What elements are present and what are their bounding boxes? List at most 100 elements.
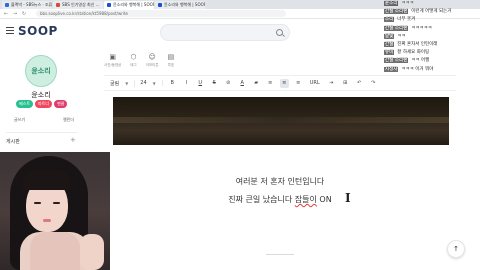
badge-fanclub: 팬클 (54, 100, 68, 108)
bold-button[interactable]: B (168, 79, 177, 88)
chat-nickname[interactable]: 시청자 (384, 66, 399, 72)
chat-message: 윤소리 ㅋㅋㅋ (384, 0, 480, 8)
bg-color-button[interactable]: ▰ (252, 79, 261, 88)
underline-button[interactable]: U (196, 79, 205, 88)
font-size-value: 24 (140, 80, 147, 86)
chat-nickname[interactable]: 윤소리 (384, 1, 399, 6)
channel-avatar[interactable]: 윤소리 (25, 55, 57, 87)
chat-nickname[interactable]: 간절 소리팬 (384, 25, 409, 31)
chat-text: ㅋㅋㅋ (401, 1, 414, 6)
tool-label: 사진/동영상 (104, 63, 122, 67)
menu-icon[interactable] (6, 27, 14, 34)
chat-nickname[interactable]: 간절 (384, 41, 395, 47)
search-input[interactable] (160, 24, 290, 41)
chat-nickname[interactable]: 소리 (384, 17, 395, 23)
tool-label: 태그 (130, 63, 137, 67)
url-field[interactable]: bbs.sooplive.co.kr/station/kt5988/post/w… (36, 10, 286, 17)
search-icon[interactable] (276, 29, 283, 36)
editor-text: 진짜 큰일 났습니다 (228, 195, 295, 204)
streamer-eye (34, 202, 41, 204)
editor-text-line[interactable]: 여러분 저 혼자 인턴입니다 (180, 176, 380, 187)
chat-nickname[interactable]: 달빛 (384, 33, 395, 39)
favicon-icon (5, 3, 9, 7)
attach-poll-button[interactable]: ▤ 투표 (168, 54, 175, 68)
divider (266, 254, 294, 255)
indent-icon[interactable]: ⇥ (327, 79, 336, 88)
write-link[interactable]: 글쓰기 (14, 117, 25, 123)
badge-partner: 파트너 (35, 100, 53, 108)
attachment-toolbar: ▣ 사진/동영상 ⬡ 태그 ☺ 이모티콘 ▤ 투표 (104, 54, 174, 68)
strike-button[interactable]: S (210, 79, 219, 88)
channel-sidebar: 윤소리 윤소리 베스트 파트너 팬클 글쓰기 캘린더 게시판 + (0, 45, 82, 165)
chat-message: 소리 너무 웃겨 (384, 16, 480, 24)
channel-badges: 베스트 파트너 팬클 (16, 100, 68, 108)
calendar-link[interactable]: 캘린더 (63, 117, 74, 123)
board-add-button[interactable]: + (70, 136, 76, 144)
chat-nickname[interactable]: 간절 소리팬 (384, 58, 409, 64)
url-button[interactable]: URL (308, 79, 322, 88)
redo-icon[interactable]: ↷ (369, 79, 378, 88)
reload-icon[interactable]: ↻ (21, 11, 27, 17)
tool-label: 이모티콘 (145, 63, 159, 67)
browser-tab-label: 윤소리와 행복해 | SOOP (113, 2, 154, 7)
attach-emoji-button[interactable]: ☺ 이모티콘 (146, 54, 159, 68)
webcam-overlay (0, 152, 110, 270)
streamer-eye (53, 202, 60, 204)
table-icon[interactable]: ⊞ (341, 79, 350, 88)
channel-name: 윤소리 (31, 91, 51, 99)
chat-message: 간절 진짜 혼자서 인턴이래 (384, 41, 480, 49)
image-icon: ▣ (109, 53, 116, 61)
emoji-icon: ☺ (148, 53, 156, 61)
misspelled-word: 잡들이 (294, 195, 317, 204)
back-icon[interactable]: ← (3, 11, 9, 17)
chat-message: 간절 소리팬 ㅋㅋㅋㅋㅋ (384, 25, 480, 33)
screen: 블랙박 - SBS뉴스 · 조류 · 영남 SBS 인기영상 최신 ... 윤소리와… (0, 0, 480, 270)
streamer-hand (80, 234, 104, 270)
badge-best: 베스트 (16, 100, 34, 108)
attach-tag-button[interactable]: ⬡ 태그 (130, 54, 136, 68)
italic-button[interactable]: I (182, 79, 191, 88)
chat-overlay: 윤소리 ㅋㅋㅋ 간절 소리팬 이런게 어떻게 되는거 소리 너무 웃겨 간절 소리팬 ㅋㅋㅋㅋ… (384, 0, 480, 82)
chat-nickname[interactable]: 뉴비 (384, 50, 395, 56)
browser-tab[interactable]: SBS 인기영상 최신 ... (53, 1, 103, 9)
chevron-down-icon: ▼ (125, 80, 129, 86)
font-size-select[interactable]: 24 ▼ (140, 80, 163, 86)
forward-icon[interactable]: → (12, 11, 18, 17)
chat-message: 간절 소리팬 ㅋㅋ 어쩔 (384, 57, 480, 65)
align-left-button[interactable]: ≡ (266, 79, 275, 88)
browser-tab-label: 윤소리와 행복해 | SOOP (164, 2, 205, 7)
font-family-select[interactable]: 굴림 ▼ (110, 79, 136, 87)
divider (6, 132, 78, 133)
scroll-top-button[interactable]: ↑ (447, 240, 465, 258)
align-right-button[interactable]: ≡ (294, 79, 303, 88)
site-logo[interactable]: SOOP (18, 24, 58, 38)
favicon-icon (158, 3, 162, 7)
tag-icon: ⬡ (130, 53, 137, 61)
chat-text: 너무 웃겨 (397, 17, 416, 23)
chat-text: 진짜 혼자서 인턴이래 (397, 41, 438, 47)
streamer-top (30, 232, 80, 270)
link-icon[interactable]: ⊘ (224, 79, 233, 88)
browser-tab[interactable]: 블랙박 - SBS뉴스 · 조류 · 영남 (2, 1, 52, 9)
tool-label: 투표 (167, 63, 175, 67)
chat-message: 시청자 ㅋㅋㅋ 이거 뭐야 (384, 66, 480, 74)
channel-links: 글쓰기 캘린더 (14, 117, 74, 123)
board-label: 게시판 (6, 139, 20, 145)
streamer-bangs (22, 170, 72, 190)
chat-text: ㅋㅋㅋㅋㅋ (411, 25, 432, 31)
poll-icon: ▤ (167, 53, 175, 61)
browser-tab-label: SBS 인기영상 최신 ... (62, 2, 100, 7)
chat-nickname[interactable]: 간절 소리팬 (384, 9, 409, 15)
text-color-button[interactable]: A (238, 79, 247, 88)
streamer-lips (43, 219, 51, 222)
attach-image-button[interactable]: ▣ 사진/동영상 (104, 54, 121, 68)
undo-icon[interactable]: ↶ (355, 79, 364, 88)
align-center-button[interactable]: ≡ (279, 78, 289, 88)
chat-text: 이런게 어떻게 되는거 (411, 9, 452, 15)
embedded-image[interactable] (113, 97, 449, 145)
chat-text: ㅋㅋ (397, 33, 406, 39)
chat-text: 잘 하세요 화이팅 (397, 50, 430, 56)
browser-tab[interactable]: 윤소리와 행복해 | SOOP (104, 1, 154, 9)
chat-message: 뉴비 잘 하세요 화이팅 (384, 49, 480, 57)
browser-tab[interactable]: 윤소리와 행복해 | SOOP (155, 1, 205, 9)
